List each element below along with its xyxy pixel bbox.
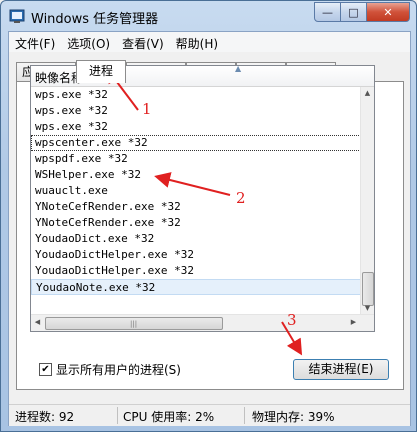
process-row[interactable]: YoudaoNote.exe *32 <box>31 279 361 295</box>
process-row[interactable]: YNoteCefRender.exe *32 <box>31 199 361 215</box>
process-rows: wps.exe *32 wps.exe *32 wps.exe *32 wpscent… <box>31 87 361 295</box>
annotation-number-3: 3 <box>287 311 297 329</box>
vertical-scrollbar[interactable]: ▲ ▼ <box>360 87 374 315</box>
annotation-number-1: 1 <box>142 100 152 118</box>
process-list[interactable]: 映像名称 ▲ wps.exe *32 wps.exe *32 wps.exe *32… <box>30 65 375 332</box>
process-row[interactable]: wps.exe *32 <box>31 87 361 103</box>
menu-view[interactable]: 查看(V) <box>116 32 170 52</box>
status-cpu-usage: CPU 使用率: 2% <box>123 410 215 424</box>
tab-processes[interactable]: 进程 <box>76 60 126 83</box>
sort-ascending-icon: ▲ <box>235 65 242 73</box>
process-row[interactable]: WSHelper.exe *32 <box>31 167 361 183</box>
show-all-users-checkbox[interactable]: ✔ <box>39 363 52 376</box>
end-process-button[interactable]: 结束进程(E) <box>293 359 389 380</box>
menu-bar: 文件(F) 选项(O) 查看(V) 帮助(H) <box>9 32 410 52</box>
show-all-users-label: 显示所有用户的进程(S) <box>56 363 181 377</box>
close-button[interactable]: ✕ <box>367 2 410 22</box>
task-manager-window: Windows 任务管理器 — □ ✕ 文件(F) 选项(O) 查看(V) 帮助… <box>0 0 417 432</box>
scroll-right-arrow-icon[interactable]: ▶ <box>347 316 360 329</box>
window-title: Windows 任务管理器 <box>31 12 159 27</box>
process-row[interactable]: wps.exe *32 <box>31 103 361 119</box>
scroll-left-arrow-icon[interactable]: ◀ <box>31 316 44 329</box>
status-divider <box>244 407 245 424</box>
horizontal-scroll-thumb[interactable]: ||| <box>45 317 223 330</box>
process-row[interactable]: wpspdf.exe *32 <box>31 151 361 167</box>
vertical-scroll-thumb[interactable] <box>362 272 374 306</box>
client-area: 文件(F) 选项(O) 查看(V) 帮助(H) 应用程序 进程 服务 性能 联网… <box>8 31 411 426</box>
minimize-button[interactable]: — <box>314 2 341 22</box>
process-row[interactable]: wps.exe *32 <box>31 119 361 135</box>
status-bar: 进程数: 92 CPU 使用率: 2% 物理内存: 39% <box>9 404 410 426</box>
show-all-users-option[interactable]: ✔ 显示所有用户的进程(S) <box>39 361 181 378</box>
status-process-count: 进程数: 92 <box>15 410 75 424</box>
process-row[interactable]: YoudaoDict.exe *32 <box>31 231 361 247</box>
process-row[interactable]: wuauclt.exe <box>31 183 361 199</box>
process-row[interactable]: YoudaoDictHelper.exe *32 <box>31 263 361 279</box>
title-bar[interactable]: Windows 任务管理器 — □ ✕ <box>1 1 416 31</box>
scroll-up-arrow-icon[interactable]: ▲ <box>361 87 374 100</box>
status-divider <box>117 407 118 424</box>
status-memory: 物理内存: 39% <box>252 410 335 424</box>
task-manager-icon <box>9 9 25 23</box>
menu-options[interactable]: 选项(O) <box>61 32 116 52</box>
scroll-grip-icon: ||| <box>130 320 138 328</box>
process-row[interactable]: wpscenter.exe *32 <box>31 135 361 151</box>
process-row[interactable]: YNoteCefRender.exe *32 <box>31 215 361 231</box>
menu-file[interactable]: 文件(F) <box>9 32 61 52</box>
maximize-button[interactable]: □ <box>341 2 367 22</box>
horizontal-scrollbar[interactable]: ◀ ||| ▶ <box>31 314 374 331</box>
annotation-number-2: 2 <box>236 189 246 207</box>
process-row[interactable]: YoudaoDictHelper.exe *32 <box>31 247 361 263</box>
menu-help[interactable]: 帮助(H) <box>170 32 224 52</box>
